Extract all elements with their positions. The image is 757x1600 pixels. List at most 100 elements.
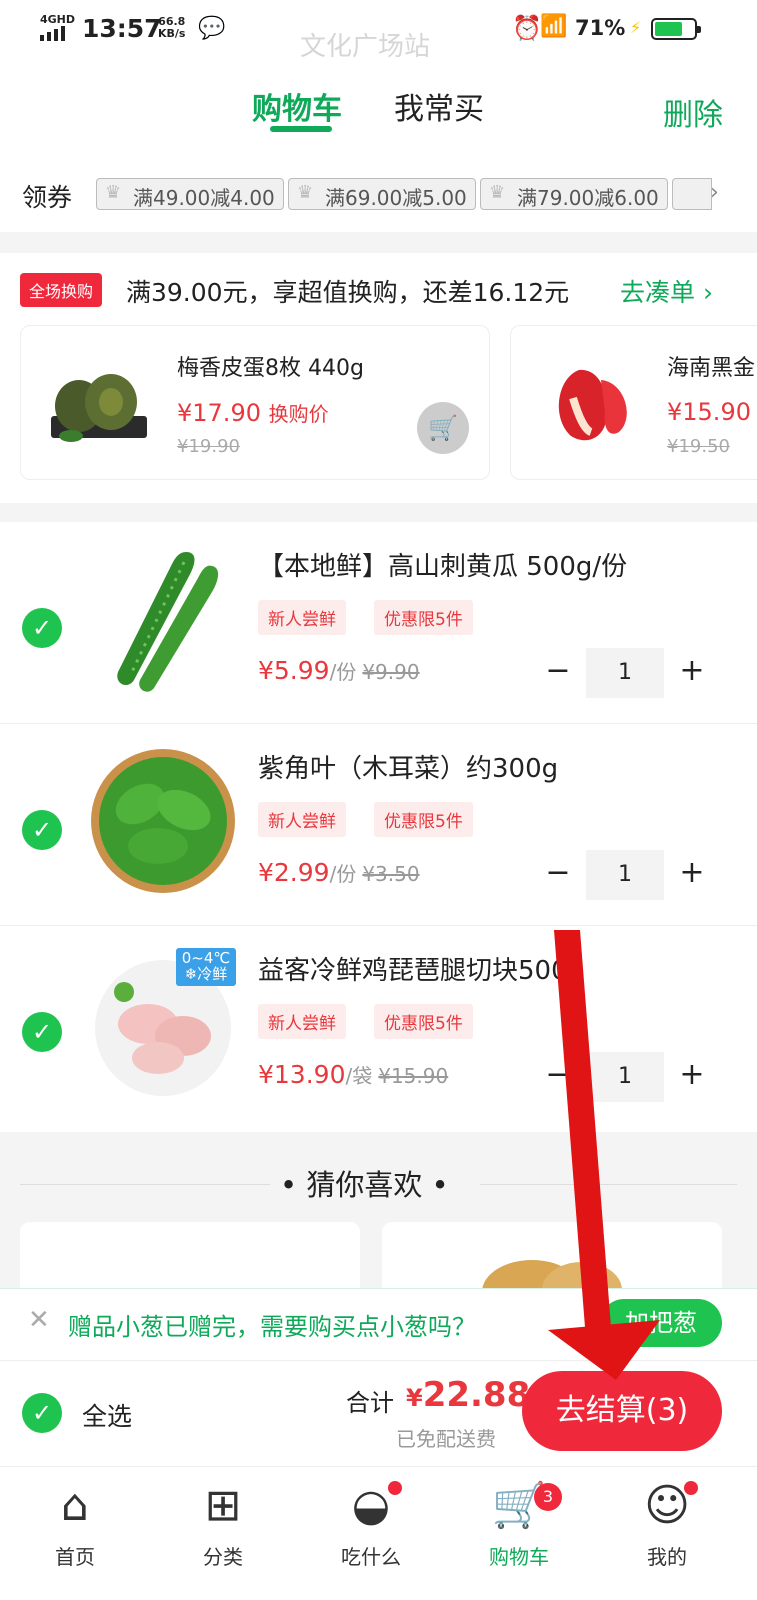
network-speed: 66.8 KB/s xyxy=(158,15,186,40)
nav-item-category[interactable]: ⊞ 分类 xyxy=(168,1475,278,1570)
exchange-message: 满39.00元，享超值换购，还差16.12元 xyxy=(126,278,570,307)
notification-dot xyxy=(684,1481,698,1495)
checkout-button[interactable]: 去结算(3) xyxy=(522,1371,722,1451)
item-price: ¥13.90/袋 ¥15.90 xyxy=(258,1060,449,1089)
network-type: 4GHD xyxy=(40,13,76,26)
wax-apple-image xyxy=(558,369,627,441)
item-price: ¥5.99/份 ¥9.90 xyxy=(258,656,420,685)
checkout-bar: ✓ 全选 合计 ¥22.88 已免配送费 去结算(3) xyxy=(0,1360,757,1466)
tab-underline xyxy=(270,126,332,132)
coupon-chip-partial[interactable] xyxy=(672,178,712,210)
increase-button[interactable]: + xyxy=(672,648,712,698)
limit-tag: 优惠限5件 xyxy=(374,802,473,837)
total-amount: ¥22.88 xyxy=(406,1375,531,1415)
nav-item-home[interactable]: ⌂ 首页 xyxy=(20,1475,130,1570)
item-title: 益客冷鲜鸡琵琶腿切块500g xyxy=(258,956,585,986)
recommend-title: • 猜你喜欢 • xyxy=(280,1168,449,1202)
exchange-card[interactable]: 海南黑金 ¥15.90 ¥19.50 xyxy=(510,325,757,480)
quantity-stepper: − 1 + xyxy=(538,1052,718,1102)
decrease-button[interactable]: − xyxy=(538,648,578,698)
bottom-nav: ⌂ 首页 ⊞ 分类 ◒ 吃什么 🛒 购物车 3 ☺ 我的 xyxy=(0,1466,757,1600)
nav-item-me[interactable]: ☺ 我的 xyxy=(612,1475,722,1570)
add-scallion-button[interactable]: 加把葱 xyxy=(600,1299,722,1347)
clock: 13:57 xyxy=(82,14,162,43)
category-icon: ⊞ xyxy=(204,1480,242,1531)
limit-tag: 优惠限5件 xyxy=(374,600,473,635)
delete-button[interactable]: 删除 xyxy=(663,90,723,134)
cold-fresh-badge: 0~4℃ ❄冷鲜 xyxy=(176,948,236,986)
select-all-check-icon[interactable]: ✓ xyxy=(22,1393,62,1433)
coupon-chip[interactable]: ♛ 满79.00减6.00 xyxy=(480,178,668,210)
total-label: 合计 xyxy=(346,1389,394,1417)
coupon-chip[interactable]: ♛ 满69.00减5.00 xyxy=(288,178,476,210)
notice-text: 赠品小葱已赠完，需要购买点小葱吗？ xyxy=(68,1313,476,1341)
increase-button[interactable]: + xyxy=(672,1052,712,1102)
item-title: 【本地鲜】高山刺黄瓜 500g/份 xyxy=(258,552,628,582)
cucumber-image xyxy=(117,552,219,692)
exchange-product-name: 梅香皮蛋8枚 440g xyxy=(177,356,364,381)
cart-header: 购物车 我常买 删除 xyxy=(0,62,757,152)
cart-item[interactable]: ✓ 【本地鲜】高山刺黄瓜 500g/份 新人尝鲜 优惠限5件 ¥5.99/份 ¥9… xyxy=(0,522,757,724)
divider xyxy=(20,1184,270,1185)
wechat-icon: 💬 xyxy=(198,16,226,41)
item-title: 紫角叶（木耳菜）约300g xyxy=(258,754,559,784)
coupon-label: 领券 xyxy=(22,183,73,212)
exchange-price: ¥15.90 xyxy=(667,398,751,426)
item-check-icon[interactable]: ✓ xyxy=(22,810,62,850)
crown-icon: ♛ xyxy=(489,182,506,203)
add-to-cart-icon[interactable]: 🛒 xyxy=(417,402,469,454)
cart-item[interactable]: ✓ 紫角叶（木耳菜）约300g 新人尝鲜 优惠限5件 ¥2.99/份 ¥3.50 … xyxy=(0,724,757,926)
exchange-card[interactable]: 梅香皮蛋8枚 440g ¥17.90 换购价 ¥19.90 🛒 xyxy=(20,325,490,480)
new-user-tag: 新人尝鲜 xyxy=(258,600,346,635)
alarm-icon: ⏰ xyxy=(512,14,542,42)
tab-cart[interactable]: 购物车 xyxy=(252,84,342,128)
greens-image xyxy=(91,749,235,893)
recommend-section: • 猜你喜欢 • xyxy=(0,1132,757,1302)
notification-dot xyxy=(388,1481,402,1495)
original-price: ¥19.90 xyxy=(177,436,240,457)
coupon-chip[interactable]: ♛ 满49.00减4.00 xyxy=(96,178,284,210)
nav-item-cart[interactable]: 🛒 购物车 3 xyxy=(464,1475,574,1570)
item-check-icon[interactable]: ✓ xyxy=(22,1012,62,1052)
cart-count-badge: 3 xyxy=(534,1483,562,1511)
quantity-field[interactable]: 1 xyxy=(586,648,664,698)
charging-icon: ⚡ xyxy=(630,18,642,37)
cart-item[interactable]: ✓ 0~4℃ ❄冷鲜 益客冷鲜鸡琵琶腿切块500g 新人尝鲜 优惠限5件 ¥13.… xyxy=(0,926,757,1128)
increase-button[interactable]: + xyxy=(672,850,712,900)
exchange-section: 全场换购 满39.00元，享超值换购，还差16.12元 去凑单 › 梅香皮蛋8枚… xyxy=(0,253,757,503)
exchange-price: ¥17.90 换购价 xyxy=(177,399,329,427)
exchange-badge: 全场换购 xyxy=(20,273,103,307)
item-check-icon[interactable]: ✓ xyxy=(22,608,62,648)
divider xyxy=(480,1184,737,1185)
preserved-egg-image xyxy=(51,374,147,442)
battery-icon xyxy=(651,18,701,40)
battery-percent: 71% xyxy=(575,16,626,40)
close-icon[interactable]: ✕ xyxy=(28,1305,50,1335)
item-price: ¥2.99/份 ¥3.50 xyxy=(258,858,420,887)
decrease-button[interactable]: − xyxy=(538,1052,578,1102)
coupon-bar: 领券 ♛ 满49.00减4.00 ♛ 满69.00减5.00 ♛ 满79.00减6.0… xyxy=(0,152,757,232)
crown-icon: ♛ xyxy=(105,182,122,203)
status-bar: 4GHD 13:57 66.8 KB/s 💬 文化广场站 ⏰ 📶 71% ⚡ xyxy=(0,0,757,62)
tab-often-bought[interactable]: 我常买 xyxy=(394,84,484,128)
crown-icon: ♛ xyxy=(297,182,314,203)
new-user-tag: 新人尝鲜 xyxy=(258,802,346,837)
limit-tag: 优惠限5件 xyxy=(374,1004,473,1039)
exchange-product-name: 海南黑金 xyxy=(667,356,756,381)
new-user-tag: 新人尝鲜 xyxy=(258,1004,346,1039)
quantity-stepper: − 1 + xyxy=(538,850,718,900)
home-icon: ⌂ xyxy=(61,1480,89,1531)
go-add-items-link[interactable]: 去凑单 › xyxy=(620,273,713,309)
original-price: ¥19.50 xyxy=(667,436,730,457)
delivery-note: 已免配送费 xyxy=(396,1427,496,1451)
wifi-icon: 📶 xyxy=(540,14,568,39)
station-label: 文化广场站 xyxy=(300,32,431,62)
select-all-label[interactable]: 全选 xyxy=(82,1397,132,1433)
signal-icon xyxy=(40,26,65,41)
quantity-field[interactable]: 1 xyxy=(586,850,664,900)
chevron-right-icon[interactable]: › xyxy=(710,180,719,205)
quantity-field[interactable]: 1 xyxy=(586,1052,664,1102)
gift-notice-bar: ✕ 赠品小葱已赠完，需要购买点小葱吗？ 加把葱 xyxy=(0,1288,757,1360)
decrease-button[interactable]: − xyxy=(538,850,578,900)
nav-item-what-to-eat[interactable]: ◒ 吃什么 xyxy=(316,1475,426,1570)
